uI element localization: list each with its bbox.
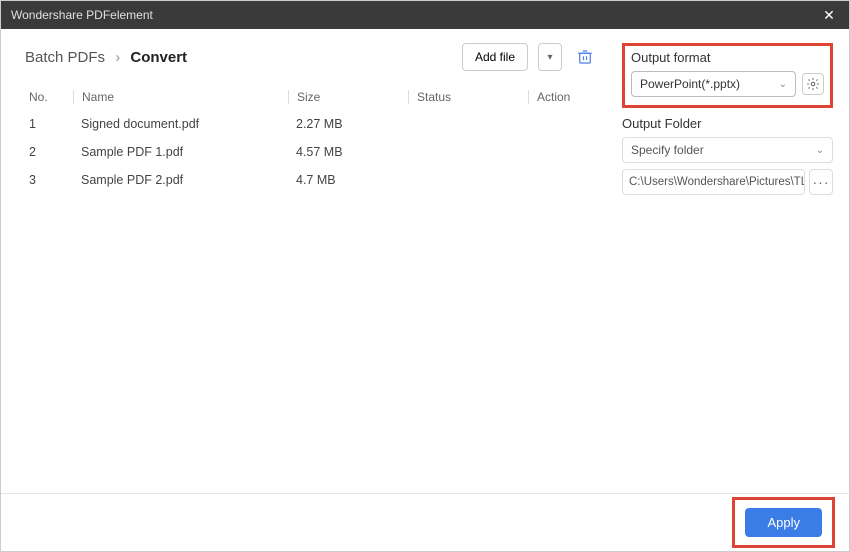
folder-path-row: C:\Users\Wondershare\Pictures\TLDR T ··· [622, 169, 833, 195]
settings-button[interactable] [802, 73, 824, 95]
col-header-action: Action [528, 90, 598, 104]
titlebar: Wondershare PDFelement ✕ [1, 1, 849, 29]
table-row[interactable]: 2 Sample PDF 1.pdf 4.57 MB [25, 138, 598, 166]
col-header-size: Size [288, 90, 408, 104]
chevron-right-icon: › [115, 49, 120, 66]
folder-mode-select[interactable]: Specify folder ⌄ [622, 137, 833, 163]
col-header-name: Name [73, 90, 288, 104]
apply-label: Apply [767, 515, 800, 530]
apply-button[interactable]: Apply [745, 508, 822, 537]
left-actions: Add file ▾ [462, 43, 598, 71]
cell-name: Signed document.pdf [73, 117, 288, 131]
clear-list-icon[interactable] [572, 44, 598, 70]
cell-size: 4.57 MB [288, 145, 408, 159]
window-title: Wondershare PDFelement [11, 8, 153, 22]
output-format-row: PowerPoint(*.pptx) ⌄ [631, 71, 824, 97]
cell-name: Sample PDF 1.pdf [73, 145, 288, 159]
add-file-label: Add file [475, 50, 515, 64]
upper-area: Batch PDFs › Convert Add file ▾ [1, 29, 849, 493]
output-format-label: Output format [631, 50, 824, 65]
cell-name: Sample PDF 2.pdf [73, 173, 288, 187]
close-icon[interactable]: ✕ [819, 7, 839, 24]
ellipsis-icon: ··· [813, 174, 830, 190]
app-window: Wondershare PDFelement ✕ Batch PDFs › Co… [0, 0, 850, 552]
add-file-button[interactable]: Add file [462, 43, 528, 71]
gear-icon [806, 77, 820, 91]
breadcrumb: Batch PDFs › Convert [25, 49, 187, 66]
table-header: No. Name Size Status Action [25, 83, 598, 110]
col-header-status: Status [408, 90, 528, 104]
folder-mode-value: Specify folder [631, 143, 704, 157]
browse-folder-button[interactable]: ··· [809, 169, 833, 195]
cell-status [408, 117, 528, 131]
right-pane: Output format PowerPoint(*.pptx) ⌄ [614, 29, 849, 493]
cell-action [528, 173, 598, 187]
cell-size: 4.7 MB [288, 173, 408, 187]
folder-path-display: C:\Users\Wondershare\Pictures\TLDR T [622, 169, 805, 195]
table-row[interactable]: 3 Sample PDF 2.pdf 4.7 MB [25, 166, 598, 194]
breadcrumb-root[interactable]: Batch PDFs [25, 49, 105, 66]
cell-action [528, 117, 598, 131]
cell-no: 1 [25, 117, 73, 131]
cell-status [408, 145, 528, 159]
cell-action [528, 145, 598, 159]
table-body: 1 Signed document.pdf 2.27 MB 2 Sample P… [25, 110, 598, 194]
output-folder-label: Output Folder [622, 116, 833, 131]
left-header: Batch PDFs › Convert Add file ▾ [25, 43, 598, 71]
output-format-section: Output format PowerPoint(*.pptx) ⌄ [622, 43, 833, 108]
add-file-dropdown-button[interactable]: ▾ [538, 43, 562, 71]
col-header-no: No. [25, 90, 73, 104]
chevron-down-icon: ▾ [547, 52, 552, 63]
chevron-down-icon: ⌄ [779, 79, 787, 90]
cell-size: 2.27 MB [288, 117, 408, 131]
cell-no: 2 [25, 145, 73, 159]
cell-status [408, 173, 528, 187]
footer: Apply [1, 493, 849, 551]
breadcrumb-current: Convert [130, 49, 187, 66]
chevron-down-icon: ⌄ [816, 145, 824, 156]
cell-no: 3 [25, 173, 73, 187]
output-format-select[interactable]: PowerPoint(*.pptx) ⌄ [631, 71, 796, 97]
content-area: Batch PDFs › Convert Add file ▾ [1, 29, 849, 551]
table-row[interactable]: 1 Signed document.pdf 2.27 MB [25, 110, 598, 138]
output-format-value: PowerPoint(*.pptx) [640, 77, 740, 91]
left-pane: Batch PDFs › Convert Add file ▾ [1, 29, 614, 493]
apply-highlight: Apply [732, 497, 835, 548]
